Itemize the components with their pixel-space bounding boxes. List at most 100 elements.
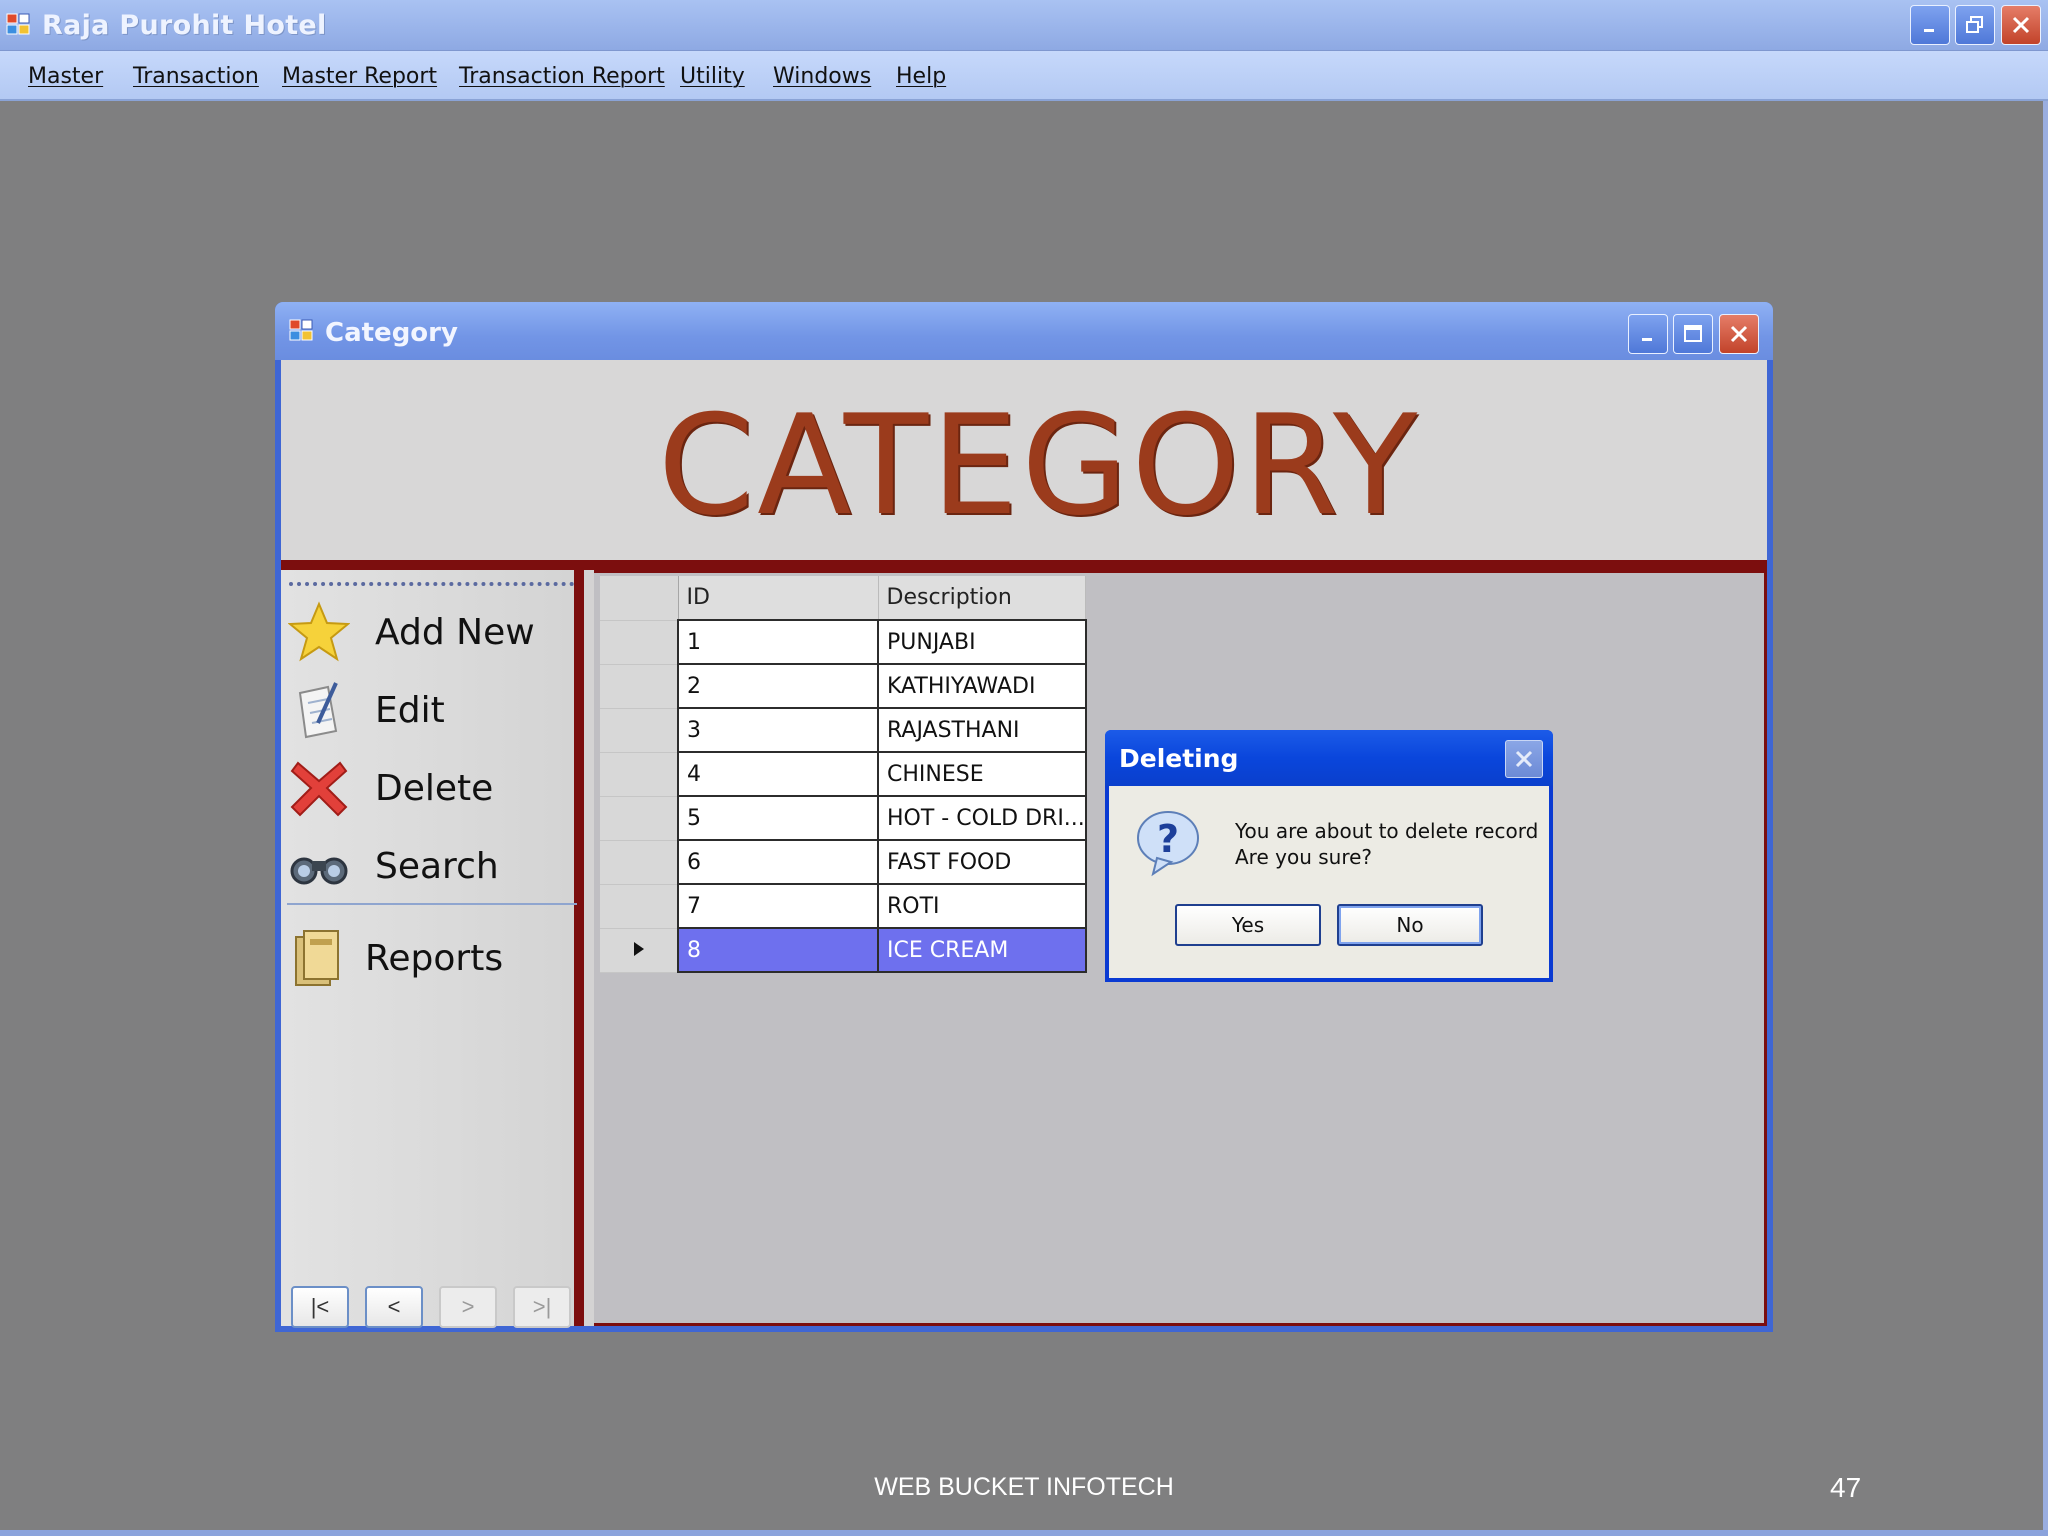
app-icon [6,12,32,36]
minimize-icon [1642,338,1652,341]
reports-book-icon [287,926,351,990]
add-new-label: Add New [375,611,535,653]
dialog-titlebar: Deleting [1105,730,1553,786]
row-header[interactable] [600,620,679,665]
app-titlebar: Raja Purohit Hotel [0,0,2048,51]
reports-button[interactable]: Reports [287,926,503,990]
table-row[interactable]: 3 RAJASTHANI [600,707,1087,753]
close-button[interactable] [2001,5,2041,45]
cell-description[interactable]: HOT - COLD DRI... [877,795,1087,841]
app-title: Raja Purohit Hotel [42,10,327,41]
no-button[interactable]: No [1337,904,1483,946]
menu-master-report[interactable]: Master Report [282,64,437,89]
row-header[interactable] [600,840,679,885]
table-row[interactable]: 2 KATHIYAWADI [600,663,1087,709]
cell-description[interactable]: ICE CREAM [877,927,1087,973]
row-header[interactable] [600,796,679,841]
yes-button[interactable]: Yes [1175,904,1321,946]
restore-button[interactable] [1955,5,1995,45]
table-row-selected[interactable]: 8 ICE CREAM [600,927,1087,973]
binoculars-icon [287,834,351,898]
delete-confirm-dialog: Deleting ? You are about to delete recor… [1105,730,1553,982]
dialog-close-button[interactable] [1505,740,1543,778]
cell-description[interactable]: KATHIYAWADI [877,663,1087,709]
last-record-icon: >| [532,1294,552,1319]
cell-id[interactable]: 6 [677,839,879,885]
menu-windows[interactable]: Windows [773,64,871,89]
cell-description[interactable]: ROTI [877,883,1087,929]
table-row[interactable]: 7 ROTI [600,883,1087,929]
minimize-button[interactable] [1910,5,1950,45]
cell-description[interactable]: RAJASTHANI [877,707,1087,753]
window-right-border [2043,101,2048,1536]
previous-record-icon: < [387,1294,401,1319]
minimize-icon [1924,29,1934,32]
edit-document-icon [287,678,351,742]
category-minimize-button[interactable] [1628,314,1668,354]
menubar: Master Transaction Master Report Transac… [0,51,2048,101]
delete-label: Delete [375,767,494,809]
star-icon [287,600,351,664]
column-header-id[interactable]: ID [678,576,879,621]
menu-master[interactable]: Master [28,64,103,89]
cell-id[interactable]: 7 [677,883,879,929]
table-row[interactable]: 6 FAST FOOD [600,839,1087,885]
footer-text: WEB BUCKET INFOTECH [874,1473,1174,1501]
cell-id[interactable]: 3 [677,707,879,753]
next-record-icon: > [461,1294,475,1319]
table-row[interactable]: 1 PUNJABI [600,619,1087,665]
table-row[interactable]: 4 CHINESE [600,751,1087,797]
grid-header-row: ID Description [600,576,1087,621]
menu-transaction[interactable]: Transaction [133,64,259,89]
search-label: Search [375,845,499,887]
row-header[interactable] [600,708,679,753]
category-titlebar: Category [275,302,1773,360]
cell-id[interactable]: 1 [677,619,879,665]
menu-transaction-report[interactable]: Transaction Report [459,64,665,89]
search-button[interactable]: Search [287,834,499,898]
first-record-button[interactable]: |< [291,1286,349,1328]
category-maximize-button[interactable] [1673,314,1713,354]
menu-help[interactable]: Help [896,64,946,89]
first-record-icon: |< [310,1294,330,1319]
banner-divider [281,560,1767,570]
category-window-icon [289,318,315,347]
reports-label: Reports [365,937,504,979]
table-row[interactable]: 5 HOT - COLD DRI... [600,795,1087,841]
menu-utility[interactable]: Utility [680,64,745,89]
delete-x-icon [287,756,351,820]
next-record-button[interactable]: > [439,1286,497,1328]
close-icon [2012,16,2030,34]
sidebar-grip [289,582,574,586]
edit-button[interactable]: Edit [287,678,445,742]
cell-id[interactable]: 5 [677,795,879,841]
cell-description[interactable]: PUNJABI [877,619,1087,665]
dialog-title: Deleting [1119,744,1239,773]
delete-button[interactable]: Delete [287,756,493,820]
action-sidebar: Add New Edit Delete Search Reports |< < … [281,570,584,1328]
dialog-body: ? You are about to delete record Are you… [1109,786,1549,978]
banner-title: CATEGORY [657,384,1421,546]
banner: CATEGORY [281,360,1767,560]
cell-description[interactable]: CHINESE [877,751,1087,797]
current-row-arrow-icon [633,941,644,956]
last-record-button[interactable]: >| [513,1286,571,1328]
sidebar-separator [287,903,577,905]
column-header-description[interactable]: Description [878,576,1087,621]
row-header[interactable] [600,884,679,929]
row-header[interactable] [600,752,679,797]
row-header[interactable] [600,664,679,709]
cell-id[interactable]: 2 [677,663,879,709]
question-icon: ? [1135,808,1205,883]
window-bottom-border [0,1530,2048,1536]
previous-record-button[interactable]: < [365,1286,423,1328]
row-header-current[interactable] [600,928,679,973]
cell-id[interactable]: 8 [677,927,879,973]
cell-id[interactable]: 4 [677,751,879,797]
category-close-button[interactable] [1719,314,1759,354]
cell-description[interactable]: FAST FOOD [877,839,1087,885]
maximize-icon [1684,325,1702,342]
add-new-button[interactable]: Add New [287,600,535,664]
restore-icon [1966,16,1983,33]
dialog-message-line2: Are you sure? [1235,845,1373,869]
